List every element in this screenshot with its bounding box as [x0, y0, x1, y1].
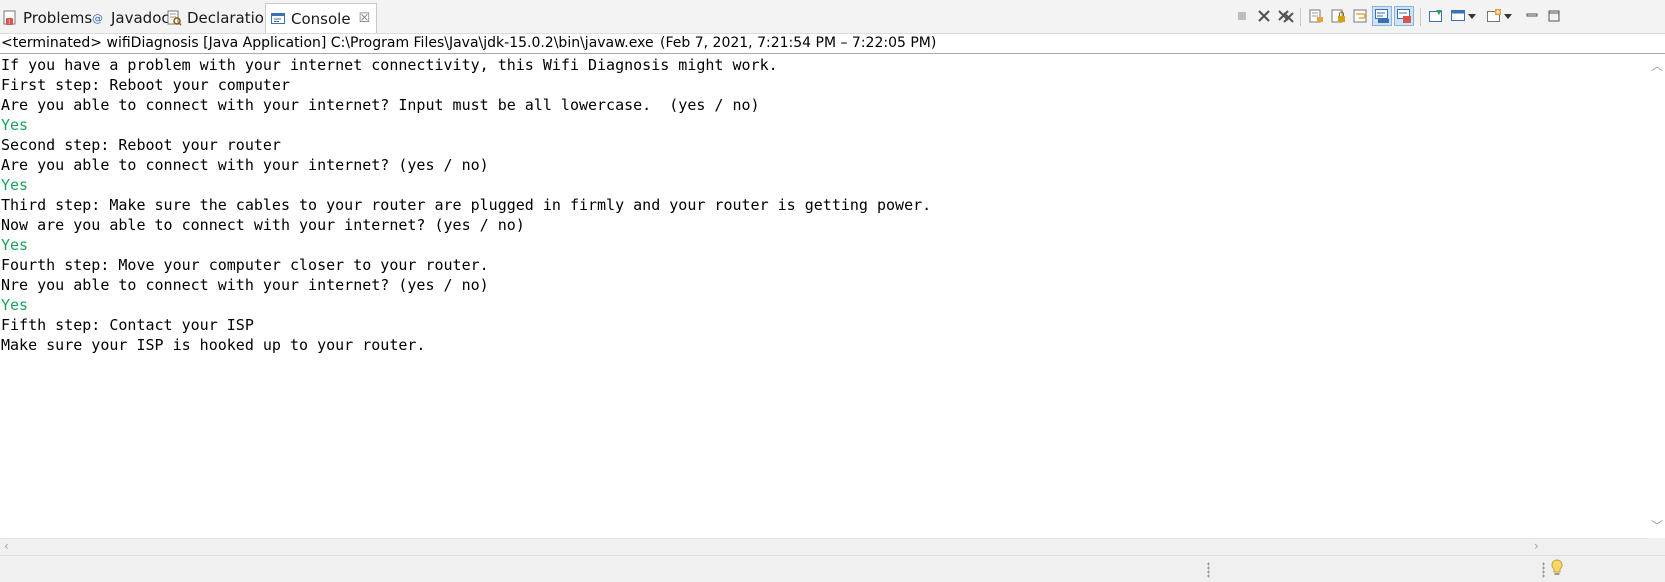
horizontal-scrollbar[interactable]: ‹ › [0, 538, 1648, 555]
minimize-icon[interactable] [1522, 6, 1542, 26]
open-console-dropdown-icon[interactable] [1502, 6, 1514, 26]
console-output-line: Third step: Make sure the cables to your… [1, 196, 932, 214]
console-output-line: If you have a problem with your internet… [1, 56, 778, 74]
console-output-line: Fourth step: Move your computer closer t… [1, 256, 489, 274]
tab-problems-label: Problems [23, 9, 93, 27]
console-output-line: Make sure your ISP is hooked up to your … [1, 336, 426, 354]
tab-console[interactable]: Console ☒ [265, 3, 378, 33]
scroll-down-icon[interactable]: ﹀ [1651, 517, 1663, 534]
tab-declaration[interactable]: Declaration [166, 4, 273, 32]
pin-console-icon[interactable] [1426, 6, 1446, 26]
scroll-lock-icon[interactable] [1328, 6, 1348, 26]
view-tab-bar: ! Problems @ Javadoc Declaration Console… [0, 0, 1665, 34]
word-wrap-icon[interactable] [1350, 6, 1370, 26]
javadoc-icon: @ [90, 10, 106, 26]
status-bar [0, 555, 1665, 582]
console-output-line: Second step: Reboot your router [1, 136, 281, 154]
console-output-line: Fifth step: Contact your ISP [1, 316, 254, 334]
lightbulb-icon[interactable] [1550, 559, 1564, 581]
svg-text:@: @ [92, 12, 103, 25]
toolbar-separator [1300, 8, 1301, 26]
declaration-icon [166, 10, 182, 26]
process-type: [Java Application] [203, 35, 327, 51]
close-tab-icon[interactable]: ☒ [359, 11, 371, 26]
console-input-line: Yes [1, 176, 29, 194]
tab-problems[interactable]: ! Problems [2, 4, 92, 32]
console-output-line: Now are you able to connect with your in… [1, 216, 525, 234]
open-console-icon[interactable] [1484, 6, 1504, 26]
problems-icon: ! [2, 10, 18, 26]
remove-launch-icon[interactable] [1254, 6, 1274, 26]
scrollbar-corner [1648, 538, 1665, 555]
maximize-icon[interactable] [1544, 6, 1564, 26]
console-output-line: Nre you able to connect with your intern… [1, 276, 489, 294]
console-output-line: Are you able to connect with your intern… [1, 96, 760, 114]
console-input-line: Yes [1, 236, 29, 254]
tab-declaration-label: Declaration [187, 9, 274, 27]
svg-text:!: ! [8, 19, 10, 26]
show-on-stderr-icon[interactable] [1394, 6, 1414, 26]
tab-javadoc-label: Javadoc [111, 9, 170, 27]
tab-javadoc[interactable]: @ Javadoc [90, 4, 170, 32]
console-output-line: Are you able to connect with your intern… [1, 156, 489, 174]
remove-all-terminated-icon[interactable] [1276, 6, 1296, 26]
clear-console-icon[interactable] [1306, 6, 1326, 26]
status-bar-grip[interactable] [1542, 562, 1545, 578]
console-icon [270, 11, 286, 27]
process-name: wifiDiagnosis [106, 35, 199, 51]
toolbar-separator [1420, 8, 1421, 26]
scroll-up-icon[interactable]: ︿ [1651, 57, 1663, 74]
process-path: C:\Program Files\Java\jdk-15.0.2\bin\jav… [330, 35, 654, 51]
tab-console-label: Console [291, 9, 351, 28]
scroll-right-icon[interactable]: › [1534, 539, 1539, 553]
process-time: (Feb 7, 2021, 7:21:54 PM – 7:22:05 PM) [660, 35, 937, 51]
terminate-icon[interactable] [1232, 6, 1252, 26]
console-output[interactable]: If you have a problem with your internet… [0, 55, 1648, 538]
scroll-left-icon[interactable]: ‹ [4, 539, 9, 553]
process-description: <terminated> wifiDiagnosis [Java Applica… [0, 34, 1665, 54]
console-input-line: Yes [1, 296, 29, 314]
display-console-dropdown-icon[interactable] [1466, 6, 1478, 26]
display-selected-console-icon[interactable] [1448, 6, 1468, 26]
process-status: <terminated> [1, 35, 103, 51]
console-toolbar [1232, 6, 1662, 28]
vertical-scrollbar[interactable]: ︿ ﹀ [1648, 55, 1665, 538]
console-input-line: Yes [1, 116, 29, 134]
show-on-stdout-icon[interactable] [1372, 6, 1392, 26]
console-output-line: First step: Reboot your computer [1, 76, 290, 94]
status-bar-grip[interactable] [1207, 562, 1210, 578]
